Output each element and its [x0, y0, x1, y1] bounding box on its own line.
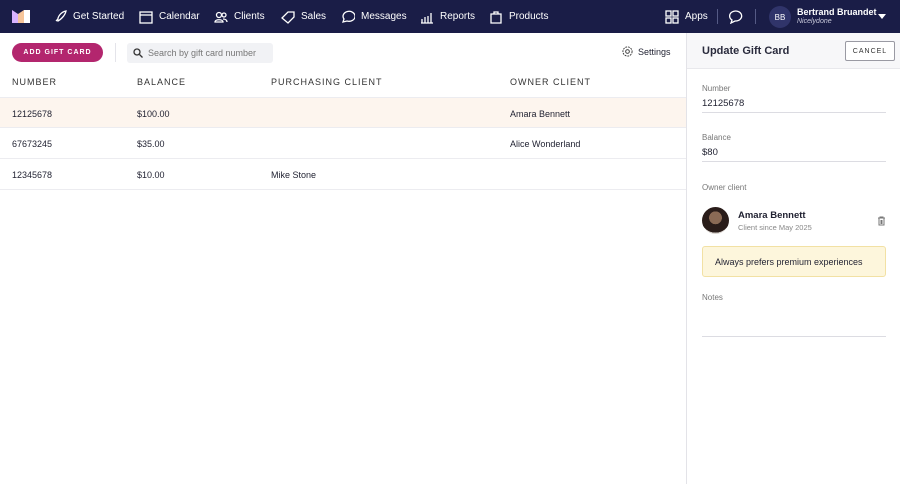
nav-sales[interactable]: Sales — [281, 0, 326, 33]
table-row[interactable]: 12125678 $100.00 Amara Bennett — [0, 97, 686, 128]
balance-field[interactable]: $80 — [702, 147, 718, 158]
settings-button[interactable]: Settings — [622, 46, 671, 57]
top-nav: Get Started Calendar Clients Sales Messa… — [0, 0, 900, 33]
table-row[interactable]: 67673245 $35.00 Alice Wonderland — [0, 128, 686, 159]
chat-icon — [729, 9, 743, 24]
nav-apps[interactable]: Apps — [665, 0, 708, 33]
header-purchasing-client[interactable]: PURCHASING CLIENT — [271, 77, 383, 87]
client-note: Always prefers premium experiences — [702, 246, 886, 277]
nav-products[interactable]: Products — [489, 0, 548, 33]
user-avatar[interactable]: BB — [769, 6, 791, 28]
gear-icon — [622, 46, 633, 57]
search-input[interactable]: Search by gift card number — [127, 43, 273, 63]
logo-icon[interactable] — [12, 9, 30, 23]
cell-balance: $35.00 — [137, 139, 165, 149]
user-name[interactable]: Bertrand Bruandet — [797, 7, 877, 17]
owner-since: Client since May 2025 — [738, 223, 812, 232]
nav-calendar[interactable]: Calendar — [139, 0, 200, 33]
nav-reports[interactable]: Reports — [420, 0, 475, 33]
notes-input[interactable] — [702, 336, 886, 337]
trash-icon[interactable] — [877, 216, 886, 226]
tag-icon — [281, 10, 295, 24]
nav-clients[interactable]: Clients — [214, 0, 265, 33]
header-number[interactable]: NUMBER — [12, 77, 57, 87]
cell-owner: Alice Wonderland — [510, 139, 581, 149]
number-label: Number — [702, 84, 731, 93]
header-balance[interactable]: BALANCE — [137, 77, 186, 87]
chat-button[interactable] — [729, 0, 743, 33]
calendar-icon — [139, 10, 153, 24]
owner-avatar — [702, 207, 729, 234]
bag-icon — [490, 10, 502, 24]
cell-number: 12125678 — [12, 109, 53, 119]
apps-icon — [665, 9, 679, 24]
gift-card-list: ADD GIFT CARD Search by gift card number… — [0, 33, 686, 484]
divider — [717, 9, 718, 24]
panel-header: Update Gift Card CANCEL — [687, 33, 900, 69]
table-row[interactable]: 12345678 $10.00 Mike Stone — [0, 159, 686, 190]
cell-owner: Amara Bennett — [510, 109, 571, 119]
message-icon — [342, 10, 355, 23]
notes-label: Notes — [702, 293, 723, 302]
rocket-icon — [55, 9, 67, 22]
chart-icon — [421, 12, 433, 24]
divider — [115, 43, 116, 62]
cell-balance: $10.00 — [137, 170, 165, 180]
cell-number: 12345678 — [12, 170, 53, 180]
divider — [702, 112, 886, 113]
owner-name[interactable]: Amara Bennett — [738, 210, 806, 221]
divider — [702, 161, 886, 162]
search-icon — [133, 48, 143, 58]
cancel-button[interactable]: CANCEL — [845, 41, 895, 61]
cell-balance: $100.00 — [137, 109, 170, 119]
balance-label: Balance — [702, 133, 731, 142]
clients-icon — [214, 11, 228, 23]
nav-messages[interactable]: Messages — [341, 0, 407, 33]
update-gift-card-panel: Update Gift Card CANCEL Number 12125678 … — [686, 33, 900, 484]
owner-client-label: Owner client — [702, 183, 747, 192]
add-gift-card-button[interactable]: ADD GIFT CARD — [12, 43, 103, 62]
chevron-down-icon[interactable] — [878, 14, 886, 23]
cell-number: 67673245 — [12, 139, 53, 149]
divider — [755, 9, 756, 24]
user-org: Nicelydone — [797, 18, 832, 25]
panel-title: Update Gift Card — [702, 45, 790, 57]
cell-purchasing: Mike Stone — [271, 170, 317, 180]
nav-get-started[interactable]: Get Started — [53, 0, 124, 33]
number-field[interactable]: 12125678 — [702, 98, 744, 109]
header-owner-client[interactable]: OWNER CLIENT — [510, 77, 591, 87]
